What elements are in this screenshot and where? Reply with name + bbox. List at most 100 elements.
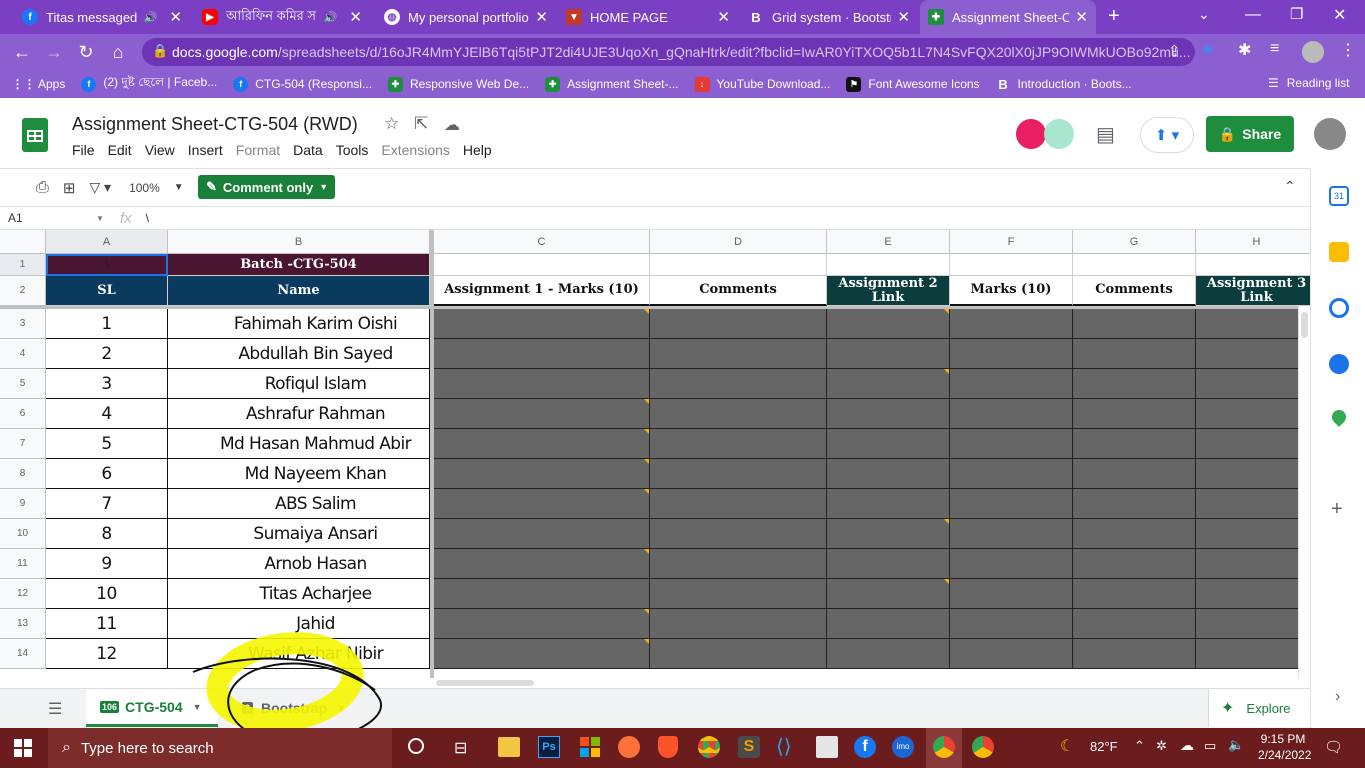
address-bar[interactable]: 🔒 docs.google.com /spreadsheets/d/16oJR4… <box>142 38 1195 66</box>
comment-marker-icon[interactable] <box>644 609 649 614</box>
weather-temp[interactable]: 82°F <box>1090 739 1118 754</box>
row-header[interactable]: 2 <box>0 276 46 306</box>
header-comments[interactable]: Comments <box>650 276 827 306</box>
sublime-icon[interactable]: S <box>738 736 760 758</box>
empty-cell[interactable] <box>950 339 1073 369</box>
close-tab-icon[interactable]: ✕ <box>897 8 910 26</box>
empty-cell[interactable] <box>434 609 650 639</box>
empty-cell[interactable] <box>434 339 650 369</box>
menu-format[interactable]: Format <box>236 142 280 158</box>
menu-help[interactable]: Help <box>463 142 492 158</box>
header-comments-2[interactable]: Comments <box>1073 276 1196 306</box>
browser-tab-sheet-active[interactable]: ✚ Assignment Sheet-CTG ✕ <box>920 0 1096 34</box>
sl-cell[interactable]: 1 <box>46 309 168 339</box>
profile-avatar[interactable] <box>1302 41 1324 63</box>
system-clock[interactable]: 9:15 PM 2/24/2022 <box>1258 731 1311 763</box>
empty-cell[interactable] <box>1196 639 1310 669</box>
collapse-toolbar-icon[interactable]: ⌃ <box>1284 178 1296 195</box>
minimize-icon[interactable]: — <box>1245 6 1261 24</box>
empty-cell[interactable] <box>1196 579 1310 609</box>
notifications-icon[interactable]: 🗨 <box>1324 738 1343 756</box>
empty-cell[interactable] <box>650 459 827 489</box>
name-cell[interactable]: Md Nayeem Khan <box>168 459 430 489</box>
empty-cell[interactable] <box>827 549 950 579</box>
name-box[interactable]: A1 <box>8 211 96 225</box>
close-tab-icon[interactable]: ✕ <box>535 8 548 26</box>
sheets-logo-icon[interactable] <box>22 118 48 152</box>
row-header[interactable]: 7 <box>0 429 46 459</box>
bookmark-apps[interactable]: ⋮⋮ Apps <box>12 77 66 92</box>
empty-cell[interactable] <box>1073 459 1196 489</box>
menu-extensions[interactable]: Extensions <box>381 142 449 158</box>
empty-cell[interactable] <box>1073 369 1196 399</box>
comment-marker-icon[interactable] <box>644 549 649 554</box>
empty-cell[interactable] <box>1073 549 1196 579</box>
empty-cell[interactable] <box>650 489 827 519</box>
row-header[interactable]: 6 <box>0 399 46 429</box>
spreadsheet-grid[interactable]: A B C D E F G H 1 \ Batch -CTG-504 2 SL … <box>0 230 1310 678</box>
empty-cell[interactable] <box>434 429 650 459</box>
empty-cell[interactable] <box>950 369 1073 399</box>
restore-icon[interactable]: ❐ <box>1290 5 1303 23</box>
bookmark-responsive[interactable]: ✚ Responsive Web De... <box>387 76 529 92</box>
sl-cell[interactable]: 5 <box>46 429 168 459</box>
cell-a1-selected[interactable]: \ <box>46 254 168 276</box>
table-cell[interactable] <box>1196 254 1310 276</box>
comment-marker-icon[interactable] <box>644 309 649 314</box>
chevron-down-icon[interactable]: ▼ <box>337 703 346 713</box>
empty-cell[interactable] <box>827 489 950 519</box>
close-tab-icon[interactable]: ✕ <box>1075 8 1088 26</box>
row-header[interactable]: 8 <box>0 459 46 489</box>
empty-cell[interactable] <box>650 639 827 669</box>
empty-cell[interactable] <box>1073 519 1196 549</box>
bookmark-assignment[interactable]: ✚ Assignment Sheet-... <box>545 76 679 92</box>
empty-cell[interactable] <box>950 549 1073 579</box>
sl-cell[interactable]: 8 <box>46 519 168 549</box>
empty-cell[interactable] <box>950 489 1073 519</box>
new-tab-icon[interactable]: + <box>1108 5 1120 28</box>
name-cell[interactable]: Abdullah Bin Sayed <box>168 339 430 369</box>
empty-cell[interactable] <box>1073 579 1196 609</box>
header-name[interactable]: Name <box>168 276 430 306</box>
sl-cell[interactable]: 6 <box>46 459 168 489</box>
table-cell[interactable] <box>434 254 650 276</box>
star-icon[interactable]: ☆ <box>384 114 399 134</box>
empty-cell[interactable] <box>434 369 650 399</box>
menu-file[interactable]: File <box>72 142 95 158</box>
sl-cell[interactable]: 3 <box>46 369 168 399</box>
bluetooth-icon[interactable]: ✲ <box>1156 738 1167 754</box>
empty-cell[interactable] <box>650 519 827 549</box>
table-cell[interactable] <box>827 254 950 276</box>
maps-icon[interactable] <box>1329 407 1349 427</box>
forward-arrow-icon[interactable]: → <box>38 42 70 63</box>
empty-cell[interactable] <box>1073 609 1196 639</box>
comment-marker-icon[interactable] <box>644 459 649 464</box>
empty-cell[interactable] <box>434 309 650 339</box>
close-tab-icon[interactable]: ✕ <box>169 8 182 26</box>
sl-cell[interactable]: 7 <box>46 489 168 519</box>
empty-cell[interactable] <box>1196 489 1310 519</box>
sl-cell[interactable]: 11 <box>46 609 168 639</box>
bookmark-facebook[interactable]: f (2) দুষ্ট ছেলে | Faceb... <box>81 74 217 94</box>
sl-cell[interactable]: 2 <box>46 339 168 369</box>
empty-cell[interactable] <box>950 519 1073 549</box>
row-header[interactable]: 11 <box>0 549 46 579</box>
header-assignment2-link[interactable]: Assignment 2 Link <box>827 276 950 306</box>
empty-cell[interactable] <box>950 429 1073 459</box>
print-icon[interactable]: ⎙ <box>36 179 49 197</box>
empty-cell[interactable] <box>1073 429 1196 459</box>
sheet-tab-ctg504[interactable]: 106 CTG-504 ▼ <box>86 689 218 727</box>
filter-icon[interactable]: ▽ ▾ <box>89 179 111 196</box>
empty-cell[interactable] <box>1073 399 1196 429</box>
imo-icon[interactable]: imo <box>892 736 914 758</box>
comment-marker-icon[interactable] <box>644 639 649 644</box>
empty-cell[interactable] <box>950 399 1073 429</box>
photoshop-icon[interactable]: Ps <box>538 736 560 758</box>
empty-cell[interactable] <box>827 369 950 399</box>
select-all-corner[interactable] <box>0 230 46 254</box>
row-header[interactable]: 12 <box>0 579 46 609</box>
chrome-active-icon[interactable] <box>926 728 962 768</box>
zoom-select[interactable]: 100% <box>129 181 160 195</box>
reload-icon[interactable]: ↻ <box>70 42 102 63</box>
menu-view[interactable]: View <box>145 142 175 158</box>
